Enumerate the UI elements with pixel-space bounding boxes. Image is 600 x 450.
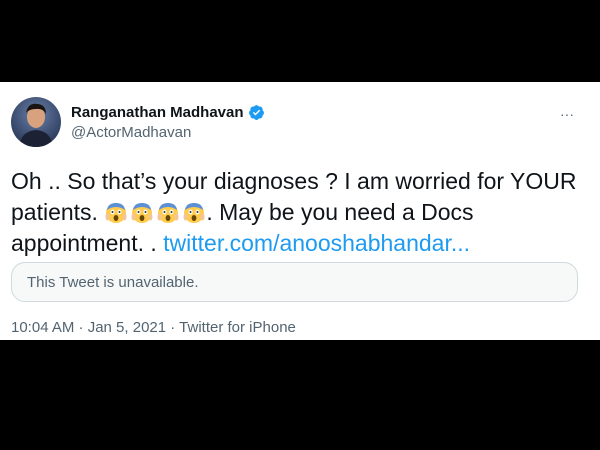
tweet-text: Oh .. So that’s your diagnoses ? I am wo… (11, 166, 591, 259)
quote-unavailable-text: This Tweet is unavailable. (27, 274, 199, 291)
quoted-tweet-unavailable[interactable]: This Tweet is unavailable. (11, 262, 578, 302)
author-name[interactable]: Ranganathan Madhavan (71, 104, 244, 121)
scream-emoji-icon (183, 203, 205, 223)
verified-badge-icon (248, 104, 265, 121)
author-row: Ranganathan Madhavan (71, 104, 265, 121)
tweet-meta[interactable]: 10:04 AM · Jan 5, 2021 · Twitter for iPh… (11, 319, 296, 336)
tweet-card: Ranganathan Madhavan @ActorMadhavan ··· … (0, 82, 600, 340)
scream-emoji-icon (105, 203, 127, 223)
scream-emoji-icon (157, 203, 179, 223)
avatar[interactable] (11, 97, 61, 147)
author-handle[interactable]: @ActorMadhavan (71, 124, 191, 141)
more-options-icon[interactable]: ··· (560, 106, 574, 122)
emoji-group (104, 200, 206, 224)
scream-emoji-icon (131, 203, 153, 223)
tweet-link[interactable]: twitter.com/anooshabhandar... (163, 230, 470, 256)
